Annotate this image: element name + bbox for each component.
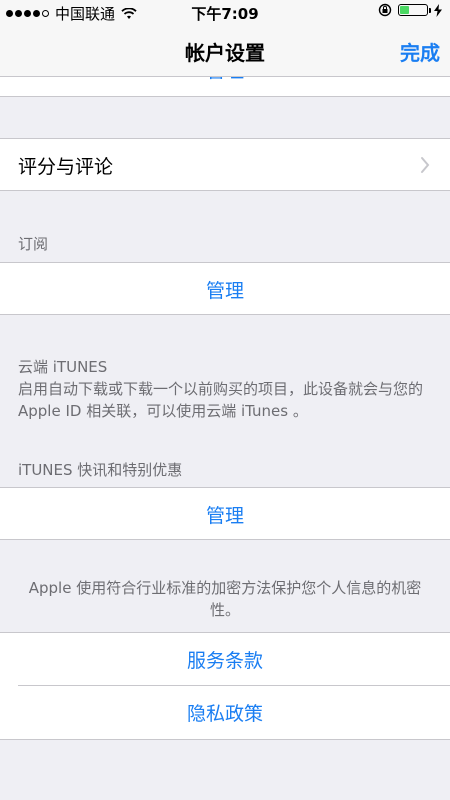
- terms-of-service-row[interactable]: 服务条款: [0, 633, 450, 686]
- battery-icon: [398, 4, 431, 16]
- ratings-reviews-row[interactable]: 评分与评论: [0, 138, 450, 191]
- subscriptions-header: 订阅: [18, 235, 49, 253]
- page-title: 帐户设置: [185, 41, 265, 65]
- itunes-cloud-description: 启用自动下载或下载一个以前购买的项目，此设备就会与您的 Apple ID 相关联…: [18, 380, 424, 420]
- legal-group: 服务条款 隐私政策: [0, 632, 450, 740]
- status-bar: 中国联通 下午7:09: [0, 0, 450, 24]
- battery-level: [400, 6, 409, 14]
- navigation-bar: 帐户设置 完成: [0, 24, 450, 77]
- itunes-news-header: iTUNES 快讯和特别优惠: [18, 461, 183, 479]
- privacy-policy-label: 隐私政策: [186, 703, 263, 725]
- itunes-news-manage-row[interactable]: 管理: [0, 487, 450, 540]
- subscriptions-manage-label: 管理: [205, 280, 244, 302]
- subscriptions-manage-row[interactable]: 管理: [0, 262, 450, 315]
- chevron-right-icon: [421, 157, 430, 173]
- privacy-footer-text: Apple 使用符合行业标准的加密方法保护您个人信息的机密性。: [28, 579, 422, 619]
- privacy-policy-row[interactable]: 隐私政策: [0, 686, 450, 739]
- done-button[interactable]: 完成: [400, 37, 440, 66]
- rotation-lock-icon: [378, 3, 392, 17]
- itunes-news-manage-label: 管理: [205, 505, 244, 527]
- terms-of-service-label: 服务条款: [186, 650, 263, 672]
- itunes-cloud-header: 云端 iTUNES: [18, 358, 108, 376]
- status-right: [378, 3, 442, 17]
- charging-icon: [434, 3, 442, 17]
- ratings-reviews-label: 评分与评论: [18, 156, 114, 178]
